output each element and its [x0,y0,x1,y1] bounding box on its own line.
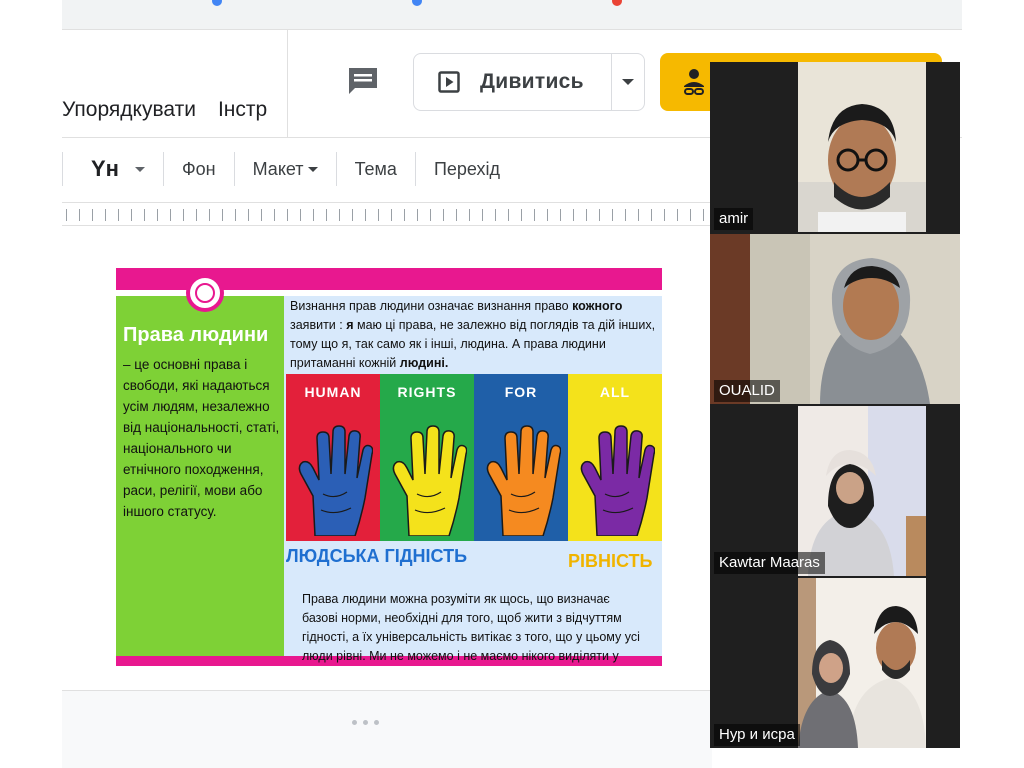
poster-word: ALL [599,384,631,400]
video-call-panel: amir OUALID Kawtar Maaras Нур и исра [710,62,960,748]
participant-tile[interactable]: Kawtar Maaras [710,406,960,576]
slide[interactable]: Права людини – це основні права і свобод… [116,268,662,666]
screen: Упорядкувати Інстр Дивитись Yн Фон Макет… [0,0,1024,768]
notes-resize-handle[interactable] [352,720,392,726]
comment-icon[interactable] [346,66,380,96]
present-options-button[interactable] [612,78,644,86]
poster-word: HUMAN [304,384,362,400]
participant-name: Kawtar Maaras [714,552,825,574]
menu-bar: Упорядкувати Інстр [62,90,289,130]
raised-hand-icon [580,425,655,536]
person-link-icon [684,69,704,95]
layout-dropdown[interactable]: Макет [235,159,336,180]
poster-word: RIGHTS [397,384,457,400]
participant-name: Нур и исра [714,724,800,746]
caption-equality: РІВНІСТЬ [568,551,653,571]
participant-name: OUALID [714,380,780,402]
participant-video [798,578,926,748]
slide-top-text: Визнання прав людини означає визнання пр… [290,299,656,370]
bookmark-icon[interactable] [412,0,422,6]
font-dropdown[interactable]: Yн [63,156,163,182]
poster-human: HUMAN [286,374,380,541]
bookmark-icon[interactable] [612,0,622,6]
bookmark-icon[interactable] [212,0,222,6]
participant-video [710,234,960,404]
poster-word: FOR [504,384,538,400]
poster-for: FOR [474,374,568,541]
menu-item-tools[interactable]: Інстр [218,98,267,122]
background-button[interactable]: Фон [164,159,234,180]
participant-video [798,62,926,232]
participant-video [798,406,926,576]
play-icon [438,71,460,93]
toolbar: Yн Фон Макет Тема Перехід [62,146,712,192]
theme-button[interactable]: Тема [337,159,415,180]
font-label: Yн [91,156,119,181]
poster-all: ALL [568,374,662,541]
poster-rights: RIGHTS [380,374,474,541]
transition-button[interactable]: Перехід [416,159,518,180]
slide-left-body: – це основні права і свободи, які надают… [123,357,280,519]
present-label: Дивитись [480,70,584,93]
slide-circle-ornament [186,274,224,312]
caret-down-icon [622,79,634,85]
layout-label: Макет [252,158,304,179]
caret-down-icon [307,166,318,172]
participant-tile[interactable]: Нур и исра [710,578,960,748]
raised-hand-icon [486,425,561,536]
raised-hand-icon [392,425,467,536]
raised-hand-icon [298,425,373,536]
slide-left-title: Права людини [123,324,269,346]
participant-tile[interactable]: amir [710,62,960,232]
menu-item-arrange[interactable]: Упорядкувати [62,98,196,122]
participant-name: amir [714,208,754,230]
participant-tile[interactable]: OUALID [710,234,960,404]
slide-bottom-text: Права людини можна розуміти як щось, що … [302,592,640,663]
present-button[interactable]: Дивитись [413,53,645,111]
caption-dignity: ЛЮДСЬКА ГІДНІСТЬ [286,546,468,566]
caret-down-icon [134,166,145,172]
ruler[interactable] [62,202,712,226]
browser-bookmarks-strip [62,0,962,30]
present-main-button[interactable]: Дивитись [414,54,612,110]
speaker-notes-area[interactable] [62,690,712,768]
